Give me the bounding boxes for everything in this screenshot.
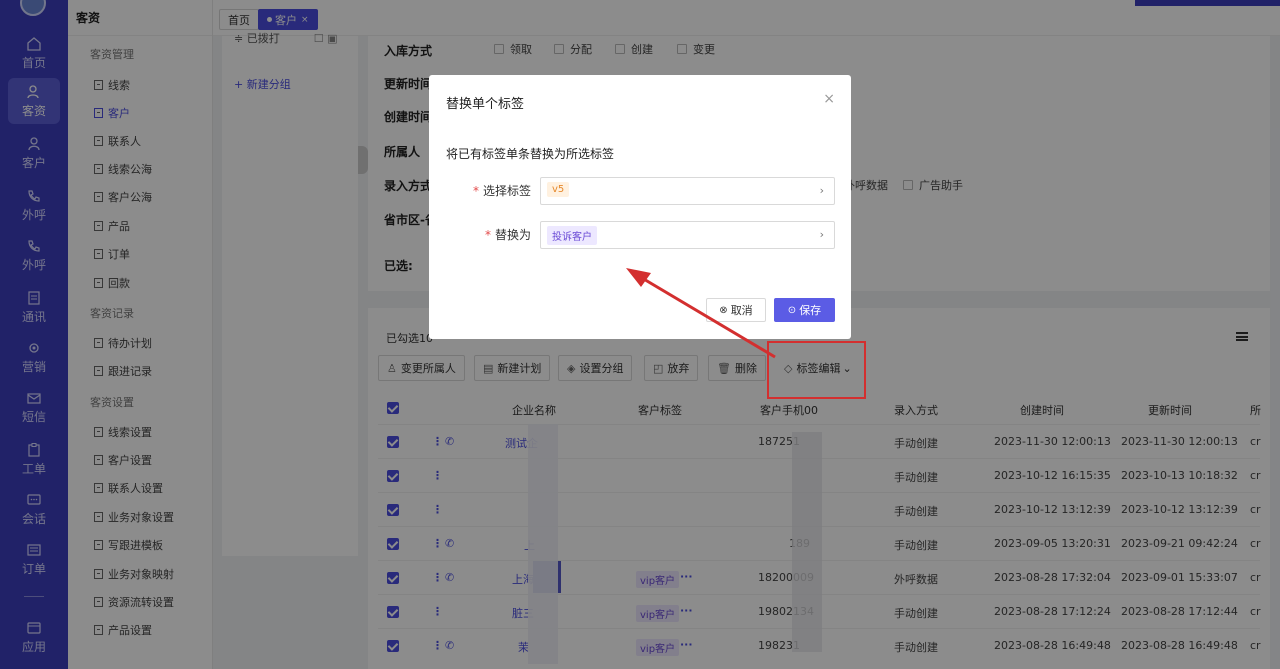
select-tag-field[interactable]: v5 › [540, 177, 835, 205]
button-label: 取消 [730, 304, 753, 317]
chevron-right-icon: › [819, 228, 824, 241]
label-text: 替换为 [494, 228, 531, 242]
save-button[interactable]: ⊙ 保存 [774, 298, 835, 322]
close-icon[interactable]: × [823, 91, 835, 107]
replacement-tag: 投诉客户 [547, 226, 597, 245]
replace-with-field[interactable]: 投诉客户 › [540, 221, 835, 249]
selected-tag: v5 [547, 182, 570, 197]
dialog-hint: 将已有标签单条替换为所选标签 [446, 147, 615, 161]
chevron-right-icon: › [819, 184, 824, 197]
dialog-title: 替换单个标签 [446, 97, 525, 112]
label-text: 选择标签 [483, 184, 532, 198]
annotation-highlight-box [767, 341, 866, 399]
cancel-button[interactable]: ⊗ 取消 [706, 298, 766, 322]
select-tag-label: * 选择标签 [473, 184, 532, 198]
button-label: 保存 [799, 304, 822, 317]
replace-with-label: * 替换为 [484, 228, 531, 242]
close-circle-icon: ⊗ [719, 304, 728, 316]
replace-tag-dialog: 替换单个标签 × 将已有标签单条替换为所选标签 * 选择标签 v5 › * 替换为 … [429, 75, 851, 339]
check-circle-icon: ⊙ [787, 304, 797, 316]
